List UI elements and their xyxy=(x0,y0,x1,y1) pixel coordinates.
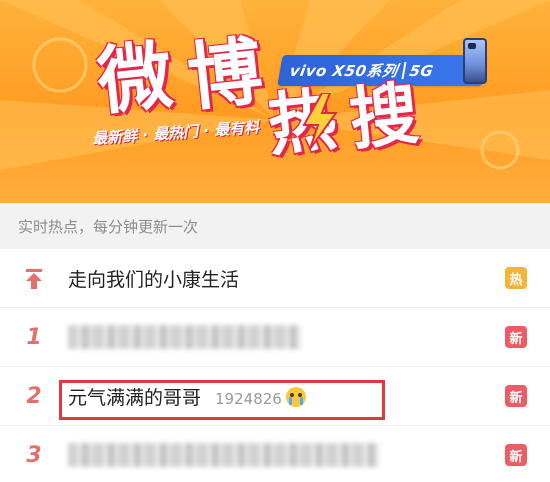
topic-title: 元气满满的哥哥 xyxy=(68,386,202,409)
list-item[interactable]: 1 新 xyxy=(0,308,550,367)
title-char-bo: 博 xyxy=(183,28,267,122)
new-badge: 新 xyxy=(505,444,527,466)
title-char-sou: 搜 xyxy=(346,74,422,161)
list-item[interactable]: 3 新 xyxy=(0,426,550,482)
rank-number: 1 xyxy=(26,324,42,350)
rank-number: 3 xyxy=(26,442,42,468)
realtime-subheader: 实时热点，每分钟更新一次 xyxy=(0,203,550,249)
pin-top-icon xyxy=(26,269,42,289)
new-badge: 新 xyxy=(505,326,527,348)
topic-title-row: 元气满满的哥哥 1924826 xyxy=(68,383,306,410)
blurred-topic xyxy=(68,443,378,467)
search-count: 1924826 xyxy=(215,389,282,408)
banner-title-hot-search: 热 搜 xyxy=(264,74,443,167)
subheader-text: 实时热点，每分钟更新一次 xyxy=(18,217,199,236)
rank-number: 2 xyxy=(26,383,42,409)
new-badge: 新 xyxy=(505,385,527,407)
list-item[interactable]: 2 元气满满的哥哥 1924826 新 xyxy=(0,367,550,426)
hot-search-list: 走向我们的小康生活 热 1 新 2 元气满满的哥哥 1924826 新 3 新 xyxy=(0,249,550,482)
phone-icon xyxy=(463,38,487,84)
blurred-topic xyxy=(68,325,300,349)
topic-title: 走向我们的小康生活 xyxy=(68,268,240,291)
hot-badge: 热 xyxy=(505,267,527,289)
list-item-pinned[interactable]: 走向我们的小康生活 热 xyxy=(0,249,550,308)
lightning-icon xyxy=(302,93,338,149)
banner-title-weibo: 微 博 xyxy=(94,28,293,130)
hot-search-banner: 微 博 vivo X50系列 5G 热 搜 最新鲜 · 最热门 · 最有料 xyxy=(0,0,550,203)
title-char-wei: 微 xyxy=(93,32,177,126)
crying-emoji-icon xyxy=(285,386,306,407)
